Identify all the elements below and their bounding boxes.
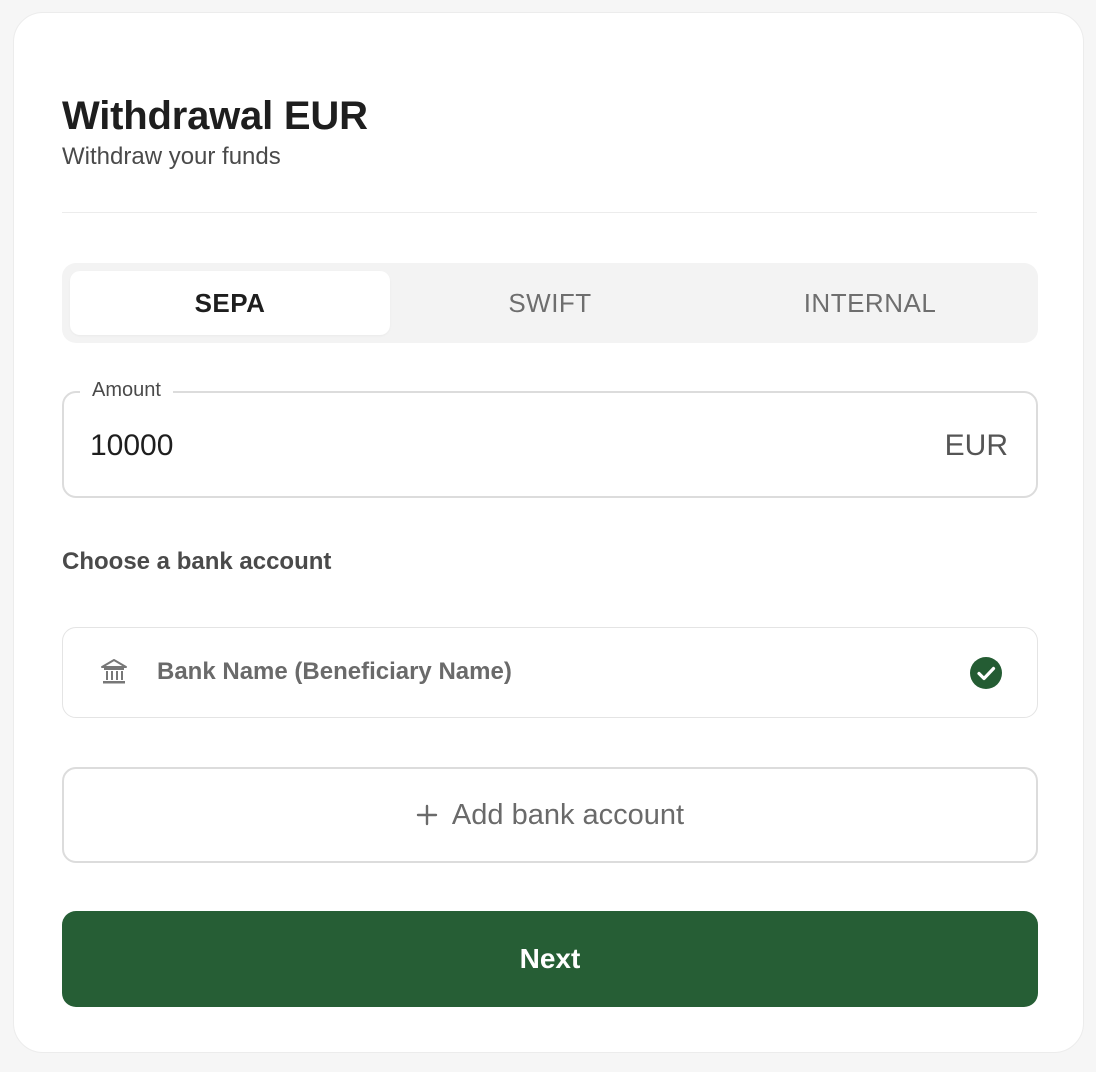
- add-bank-account-button[interactable]: Add bank account: [62, 767, 1038, 863]
- tab-internal[interactable]: INTERNAL: [710, 271, 1030, 335]
- transfer-type-tabs: SEPA SWIFT INTERNAL: [62, 263, 1038, 343]
- header: Withdrawal EUR Withdraw your funds: [62, 93, 368, 171]
- bank-account-option[interactable]: Bank Name (Beneficiary Name): [62, 627, 1038, 718]
- amount-input[interactable]: 10000: [90, 427, 173, 465]
- bank-icon: [101, 659, 127, 684]
- amount-currency: EUR: [944, 429, 1008, 462]
- next-button[interactable]: Next: [62, 911, 1038, 1007]
- header-divider: [62, 212, 1037, 213]
- tab-sepa[interactable]: SEPA: [70, 271, 390, 335]
- amount-field[interactable]: Amount 10000 EUR: [62, 377, 1038, 498]
- bank-section-label: Choose a bank account: [62, 548, 332, 575]
- amount-label: Amount: [80, 377, 173, 403]
- bank-account-name: Bank Name (Beneficiary Name): [157, 658, 512, 685]
- plus-icon: [416, 804, 438, 826]
- add-bank-account-label: Add bank account: [451, 799, 685, 831]
- check-circle-icon: [970, 657, 1002, 689]
- page-title: Withdrawal EUR: [62, 94, 368, 138]
- page-subtitle: Withdraw your funds: [62, 143, 281, 170]
- tab-swift[interactable]: SWIFT: [390, 271, 710, 335]
- withdrawal-card: Withdrawal EUR Withdraw your funds SEPA …: [13, 12, 1084, 1053]
